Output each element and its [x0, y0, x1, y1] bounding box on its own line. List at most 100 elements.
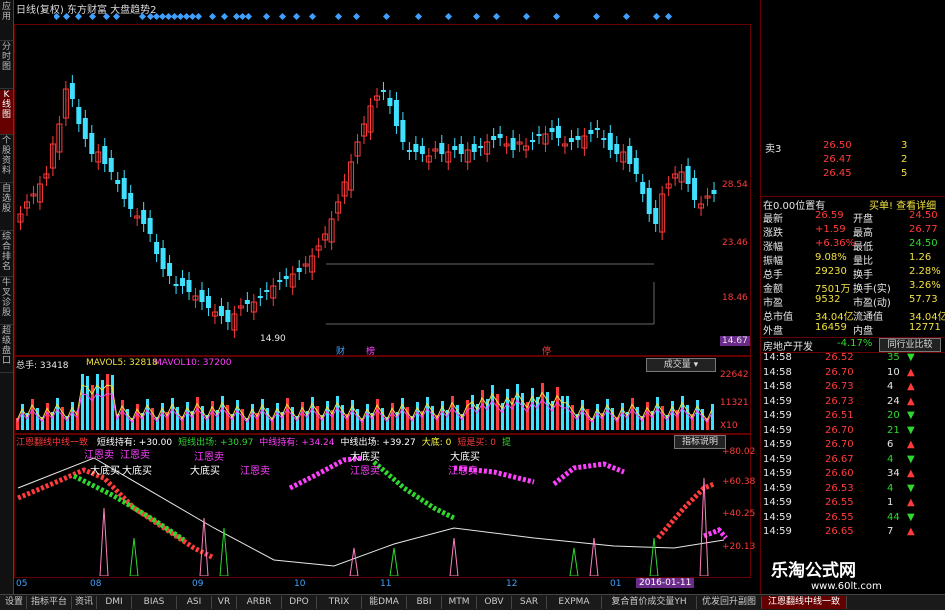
volume-bar	[31, 399, 34, 430]
bottom-tab-2[interactable]: 资讯	[72, 596, 97, 609]
industry-name[interactable]: 房地产开发	[763, 338, 813, 353]
signal-dot	[308, 12, 317, 21]
indicator-annotation: 大底买	[122, 464, 152, 477]
bottom-tab-10[interactable]: 能DMA	[362, 596, 407, 609]
tick-row[interactable]: 14:59 26.51 20 ▼	[761, 410, 945, 424]
tick-row[interactable]: 14:59 26.55 1 ▲	[761, 497, 945, 511]
stat-label: 换手(实)	[853, 284, 891, 295]
left-tab-5[interactable]: 综合排名	[0, 232, 13, 277]
left-tab-0[interactable]: 应用	[0, 2, 13, 41]
bottom-tab-16[interactable]: 复合首价成交量YH	[602, 596, 697, 609]
volume-bar	[581, 400, 584, 430]
volume-bar	[161, 403, 164, 430]
tick-row[interactable]: 14:59 26.60 34 ▲	[761, 468, 945, 482]
tick-time: 14:58	[763, 381, 792, 392]
bottom-tab-bar: 设置 指标平台 资讯 DMI BIAS ASI VR ARBR DPO TRIX 能DMA BBI MT…	[0, 594, 945, 610]
bottom-tab-15[interactable]: EXPMA	[547, 596, 602, 609]
volume-bar	[566, 396, 569, 430]
bottom-tab-13[interactable]: OBV	[477, 596, 512, 609]
tick-row[interactable]: 14:58 26.73 4 ▲	[761, 381, 945, 395]
bottom-tab-1[interactable]: 指标平台	[27, 596, 72, 609]
tick-volume: 35	[887, 352, 900, 363]
tick-row[interactable]: 14:59 26.53 4 ▼	[761, 483, 945, 497]
order-book: 卖3 26.50 3 26.47 2 26.45 5	[761, 136, 945, 196]
tick-row[interactable]: 14:59 26.70 21 ▼	[761, 425, 945, 439]
stat-value: +6.36%	[815, 238, 856, 249]
tick-time: 14:59	[763, 453, 792, 465]
bottom-tab-5[interactable]: ASI	[177, 596, 212, 609]
tick-row[interactable]: 14:58 26.52 35 ▼	[761, 352, 945, 366]
volume-tick-2: 11321	[720, 398, 749, 408]
bottom-tab-0[interactable]: 设置	[2, 596, 27, 609]
industry-compare-button[interactable]: 同行业比较	[879, 338, 941, 352]
chart-area[interactable]: 日线(复权) 东方财富 大盘趋势2 14.90 财 榜 停 28.54 23.4…	[14, 0, 759, 589]
bottom-tab-3[interactable]: DMI	[97, 596, 132, 609]
tick-row[interactable]: 14:59 26.70 6 ▲	[761, 439, 945, 453]
tick-row[interactable]: 14:59 26.67 4 ▼	[761, 454, 945, 468]
date-tick-4: 11	[380, 579, 392, 589]
tick-price: 26.70	[825, 366, 854, 378]
bottom-tab-18[interactable]: 江恩翻线中线一致	[762, 596, 847, 609]
tick-time: 14:59	[763, 424, 792, 436]
volume-bar	[696, 400, 699, 430]
tick-list[interactable]: 14:58 26.52 35 ▼ 14:58 26.70 10 ▲ 14:58 26.73 4 ▲ 14…	[761, 352, 945, 552]
candle	[49, 136, 56, 176]
bottom-tab-6[interactable]: VR	[212, 596, 237, 609]
left-tab-1[interactable]: 分时图	[0, 42, 13, 89]
bottom-tab-4[interactable]: BIAS	[132, 596, 177, 609]
bottom-tab-11[interactable]: BBI	[407, 596, 442, 609]
bottom-tab-12[interactable]: MTM	[442, 596, 477, 609]
tick-volume: 44	[887, 511, 900, 523]
tick-price: 26.73	[825, 395, 854, 407]
signal-dots	[54, 12, 673, 21]
bottom-tab-17[interactable]: 优发回升副图	[697, 596, 762, 609]
bottom-tab-14[interactable]: SAR	[512, 596, 547, 609]
stat-label: 总市值	[763, 312, 793, 323]
left-tab-4[interactable]: 自选股	[0, 184, 13, 231]
bottom-tab-7[interactable]: ARBR	[237, 596, 282, 609]
tick-volume: 34	[887, 468, 900, 479]
candle	[225, 302, 231, 330]
tick-row[interactable]: 14:59 26.55 44 ▼	[761, 512, 945, 526]
tick-row[interactable]: 14:59 26.73 24 ▲	[761, 396, 945, 410]
left-tab-2[interactable]: K线图	[0, 90, 13, 135]
event-mark-finance[interactable]: 财	[336, 344, 345, 357]
signal-dot	[664, 12, 673, 21]
left-tab-7[interactable]: 超级盘口	[0, 326, 13, 373]
date-selected[interactable]: 2016-01-11	[636, 578, 695, 588]
volume-bar	[261, 399, 264, 430]
volume-tick-1: 22642	[720, 370, 749, 380]
tick-row[interactable]: 14:58 26.70 10 ▲	[761, 367, 945, 381]
candle	[419, 138, 425, 162]
signal-spike	[389, 547, 399, 576]
signal-dot	[208, 12, 217, 21]
arrow-down-icon: ▼	[907, 511, 915, 523]
indicator-explain-button[interactable]: 指标说明	[674, 435, 726, 449]
volume-selector[interactable]: 成交量 ▾	[646, 358, 716, 372]
candle	[555, 118, 561, 146]
candle	[82, 110, 88, 147]
date-tick-0: 05	[16, 579, 28, 589]
stat-label: 总手	[763, 270, 783, 281]
candle	[471, 136, 477, 160]
bottom-tab-9[interactable]: TRIX	[317, 596, 362, 609]
tick-row[interactable]: 14:59 26.65 7 ▲	[761, 526, 945, 540]
order-price: 26.50	[823, 140, 852, 151]
left-tab-6[interactable]: 牛叉诊股	[0, 278, 13, 325]
tick-price: 26.55	[825, 497, 854, 508]
candle	[309, 248, 316, 280]
event-mark-list[interactable]: 榜	[366, 344, 375, 357]
candle	[43, 166, 50, 186]
volume-bar	[516, 384, 519, 430]
candlestick-chart[interactable]	[14, 24, 749, 354]
date-axis: 05 08 09 10 11 12 01 2016-01-11	[14, 578, 749, 592]
candle	[23, 194, 30, 216]
event-mark-suspend[interactable]: 停	[542, 344, 551, 357]
signal-dot	[74, 12, 83, 21]
candle	[348, 154, 355, 198]
signal-dot	[492, 12, 501, 21]
indicator-tick-1: +80.02	[722, 447, 756, 457]
left-tab-3[interactable]: 个股资料	[0, 136, 13, 183]
candle	[373, 88, 380, 108]
bottom-tab-8[interactable]: DPO	[282, 596, 317, 609]
